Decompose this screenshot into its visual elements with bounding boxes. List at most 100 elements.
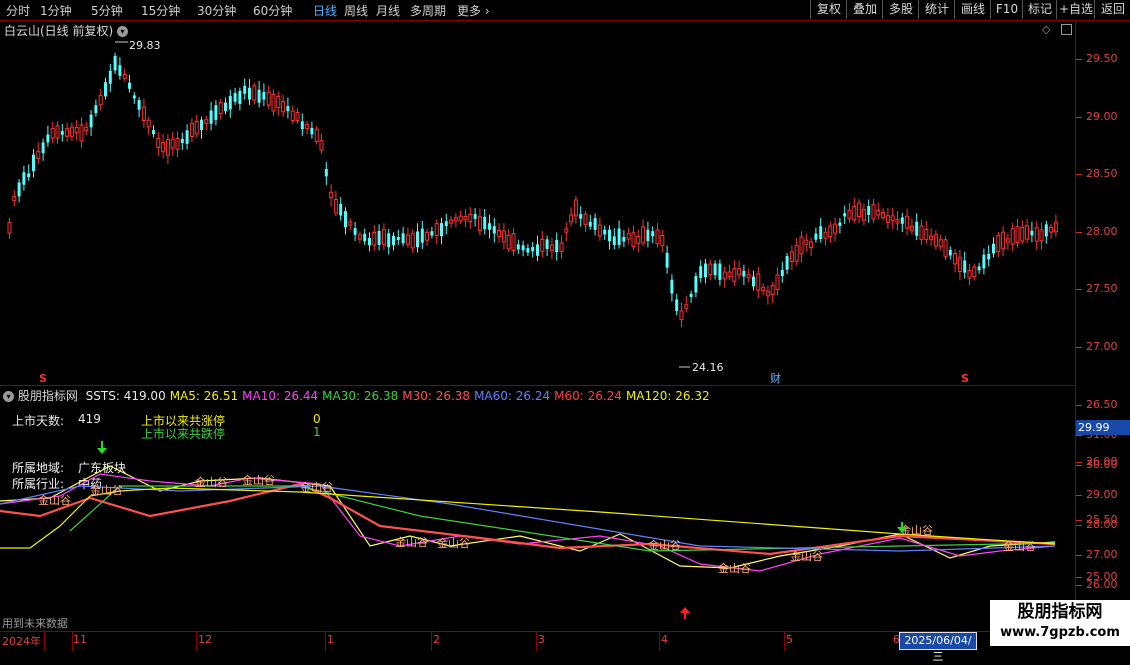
candle (281, 100, 286, 113)
period-tab-daily[interactable]: 日线 (313, 2, 337, 19)
candle (655, 229, 660, 245)
candle (377, 230, 381, 245)
candle (440, 223, 443, 237)
indicator-panel[interactable]: ▾ 股朋指标网 SSTS: 419.00 MA5: 26.51 MA10: 26.4… (0, 386, 1075, 631)
candle (1034, 227, 1039, 242)
candle (641, 226, 646, 244)
period-tab-more[interactable]: 更多 › (457, 2, 490, 19)
candle (809, 241, 814, 249)
candle (94, 105, 98, 114)
period-tab-monthly[interactable]: 月线 (376, 2, 400, 19)
s-marker-2[interactable]: S (961, 372, 969, 385)
candle (79, 124, 84, 142)
x-label-dec: 12 (198, 633, 212, 646)
finance-marker[interactable]: 财 (770, 371, 781, 385)
multi-stock-button[interactable]: 多股 (882, 0, 919, 19)
x-separator (325, 632, 326, 651)
candle (704, 263, 707, 278)
candle (295, 112, 300, 121)
period-tab-5min[interactable]: 5分钟 (91, 2, 123, 19)
tick-mark (1076, 495, 1082, 496)
stats-button[interactable]: 统计 (918, 0, 955, 19)
candlestick-chart: 29.83 24.16 S 财 S (7, 39, 1058, 385)
candle (146, 119, 151, 128)
candle (660, 235, 665, 247)
period-tab-30min[interactable]: 30分钟 (197, 2, 236, 19)
x-label-may: 5 (786, 633, 793, 646)
x-label-year: 2024年 (2, 635, 41, 648)
tick-mark (1076, 404, 1082, 406)
candle (156, 137, 161, 148)
candle (684, 304, 689, 309)
candle (262, 92, 266, 100)
candle (185, 130, 189, 144)
period-tab-15min[interactable]: 15分钟 (141, 2, 180, 19)
add-favorite-button[interactable]: +自选 (1056, 0, 1095, 19)
fuquan-button[interactable]: 复权 (810, 0, 847, 19)
s-marker-1[interactable]: S (39, 372, 47, 385)
candle (900, 217, 904, 224)
cursor-date-box: 2025/06/04/三 (899, 632, 977, 663)
candle (463, 215, 468, 221)
period-tab-60min[interactable]: 60分钟 (253, 2, 292, 19)
jsg-label-5: 金山谷 (300, 480, 333, 494)
candle (1044, 224, 1048, 237)
more-label: 更多 (457, 4, 482, 18)
candle (363, 233, 367, 242)
candle (549, 244, 554, 252)
tick-label: 29.00 (1086, 109, 1118, 123)
candle (867, 206, 871, 215)
candle (814, 233, 818, 240)
overlay-button[interactable]: 叠加 (846, 0, 883, 19)
candle (200, 119, 203, 131)
candle (165, 139, 170, 156)
x-separator (196, 632, 197, 651)
candle (838, 222, 842, 226)
candle (861, 208, 866, 221)
candle (98, 94, 103, 106)
candle (756, 273, 761, 291)
candle (444, 221, 448, 227)
candle (722, 271, 727, 280)
candle (833, 223, 838, 234)
candle (987, 253, 991, 260)
candle (425, 231, 430, 241)
candle (348, 221, 353, 226)
candle (765, 290, 770, 297)
tick-label: 27.00 (1086, 340, 1118, 353)
candle (152, 130, 155, 135)
candle (477, 216, 482, 232)
jsg-label-1: 金山谷 (38, 493, 71, 507)
candle (852, 205, 857, 221)
period-tab-fenshi[interactable]: 分时 (6, 2, 30, 19)
draw-line-button[interactable]: 画线 (954, 0, 991, 19)
candle (473, 214, 477, 219)
candle (597, 224, 602, 237)
mark-button[interactable]: 标记 (1022, 0, 1057, 19)
candle (74, 127, 79, 133)
indicator-chart: 金山谷 金山谷 金山谷 金山谷 金山谷 金山谷 金山谷 金山谷 金山谷 金山谷 … (0, 441, 1056, 619)
watermark-name: 股朋指标网 (1017, 602, 1103, 622)
candle (65, 128, 70, 137)
candle (290, 110, 295, 121)
candle (919, 225, 924, 241)
candle (410, 233, 415, 249)
kline-panel[interactable]: 白云山(日线 前复权) ▾ ◇ 29.83 24.16 S 财 S (0, 20, 1075, 386)
candle (416, 231, 419, 248)
tick-mark (1076, 231, 1082, 233)
period-tab-1min[interactable]: 1分钟 (40, 2, 72, 19)
x-separator (784, 632, 785, 651)
f10-button[interactable]: F10 (990, 0, 1023, 19)
ma60-line (0, 485, 1056, 552)
candle (372, 232, 377, 246)
candle (617, 228, 621, 246)
jsg-label-4: 金山谷 (242, 473, 275, 487)
tick-mark (1076, 174, 1082, 176)
period-tab-weekly[interactable]: 周线 (344, 2, 368, 19)
period-tab-multi[interactable]: 多周期 (410, 2, 446, 19)
tick-label: 26.50 (1086, 397, 1118, 411)
candle (526, 248, 530, 253)
back-button[interactable]: 返回 (1094, 0, 1130, 19)
candle (608, 229, 611, 241)
jsg-label-8: 金山谷 (648, 538, 681, 552)
